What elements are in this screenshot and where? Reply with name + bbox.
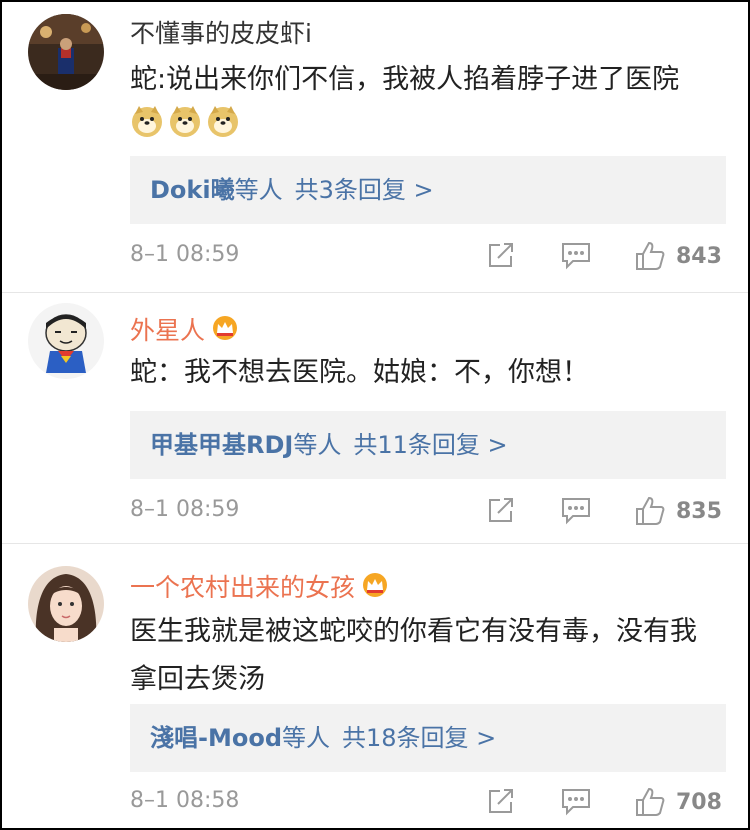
avatar[interactable] (28, 14, 104, 90)
comment-icon[interactable] (560, 786, 592, 816)
timestamp: 8–1 08:58 (130, 788, 240, 813)
comment-item: 外星人 蛇：我不想去医院。姑娘：不，你想！ 甲基甲基RDJ等人 共11条回复 > … (2, 292, 748, 543)
like-button[interactable]: 843 (634, 240, 722, 272)
timestamp: 8–1 08:59 (130, 497, 240, 522)
avatar[interactable] (28, 303, 104, 379)
comment-item: 一个农村出来的女孩 医生我就是被这蛇咬的你看它有没有毒，没有我拿回去煲汤 淺唱-… (2, 543, 748, 828)
doge-emoji-icon (130, 104, 164, 154)
vip-crown-icon (211, 315, 239, 349)
username[interactable]: 不懂事的皮皮虾i (130, 18, 312, 50)
like-count: 843 (676, 243, 722, 269)
reply-summary[interactable]: 淺唱-Mood等人 共18条回复 > (130, 704, 726, 772)
reply-summary[interactable]: 甲基甲基RDJ等人 共11条回复 > (130, 411, 726, 479)
thumbs-up-icon (636, 241, 665, 270)
like-button[interactable]: 708 (634, 786, 722, 818)
reply-count-link[interactable]: 共18条回复 > (342, 724, 496, 752)
comment-list: 不懂事的皮皮虾i 蛇:说出来你们不信，我被人掐着脖子进了医院 Doki曦等人 共… (0, 0, 750, 830)
like-button[interactable]: 835 (634, 495, 722, 527)
reply-count-link[interactable]: 共3条回复 > (295, 176, 434, 204)
comment-text: 蛇：我不想去医院。姑娘：不，你想！ (130, 357, 589, 388)
vip-crown-icon (361, 572, 389, 606)
like-count: 708 (676, 789, 722, 815)
reply-names[interactable]: 淺唱-Mood (150, 724, 282, 752)
comment-meta: 8–1 08:59 843 (130, 238, 722, 278)
username[interactable]: 外星人 (130, 315, 239, 349)
reply-suffix: 等人 (234, 176, 283, 204)
timestamp: 8–1 08:59 (130, 242, 240, 267)
like-count: 835 (676, 498, 722, 524)
share-icon[interactable] (486, 240, 516, 270)
reply-summary[interactable]: Doki曦等人 共3条回复 > (130, 156, 726, 224)
share-icon[interactable] (486, 495, 516, 525)
comment-text: 医生我就是被这蛇咬的你看它有没有毒，没有我拿回去煲汤 (130, 616, 697, 695)
reply-count-link[interactable]: 共11条回复 > (353, 431, 507, 459)
reply-names[interactable]: 甲基甲基RDJ (150, 431, 293, 459)
doge-emoji-icon (168, 104, 202, 154)
avatar[interactable] (28, 566, 104, 642)
share-icon[interactable] (486, 786, 516, 816)
reply-names[interactable]: Doki曦 (150, 176, 235, 204)
thumbs-up-icon (636, 496, 665, 525)
comment-meta: 8–1 08:59 835 (130, 493, 722, 533)
reply-suffix: 等人 (282, 724, 330, 752)
comment-text: 蛇:说出来你们不信，我被人掐着脖子进了医院 (130, 56, 720, 154)
comment-icon[interactable] (560, 495, 592, 525)
comment-icon[interactable] (560, 240, 592, 270)
comment-item: 不懂事的皮皮虾i 蛇:说出来你们不信，我被人掐着脖子进了医院 Doki曦等人 共… (2, 2, 748, 292)
doge-emoji-icon (206, 104, 240, 154)
username[interactable]: 一个农村出来的女孩 (130, 572, 389, 606)
reply-suffix: 等人 (293, 431, 342, 459)
comment-meta: 8–1 08:58 708 (130, 784, 722, 824)
thumbs-up-icon (636, 787, 665, 816)
